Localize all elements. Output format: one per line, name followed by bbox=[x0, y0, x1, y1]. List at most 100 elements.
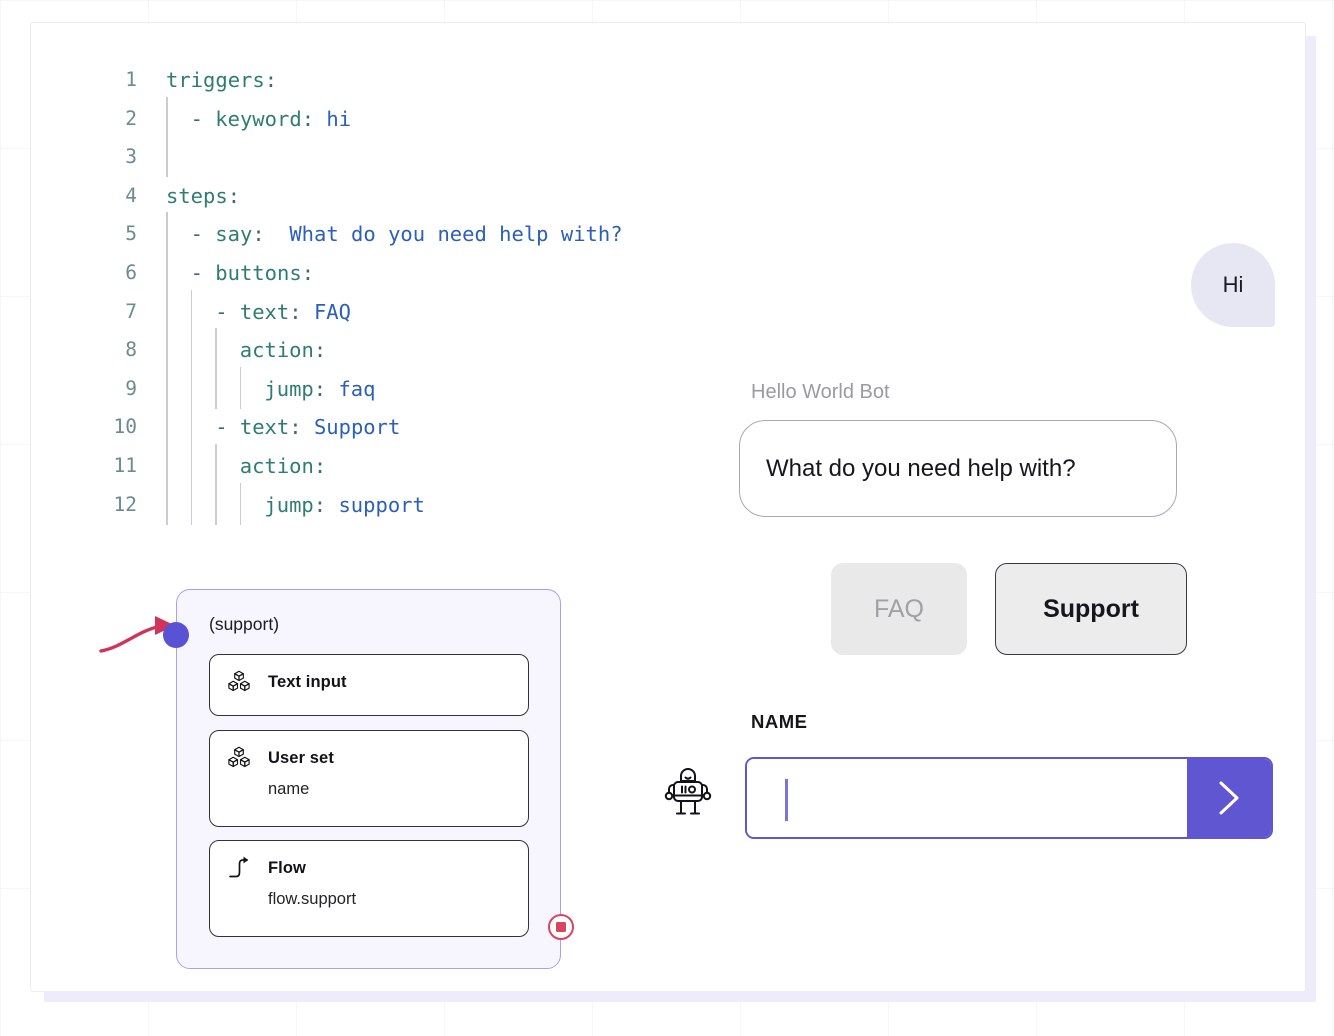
flow-node-support[interactable]: (support) Text input User set name Flow … bbox=[163, 589, 574, 969]
line-number: 5 bbox=[125, 222, 137, 246]
app-card: 1 triggers: 2 - keyword: hi 3 4 steps: 5 - say: … bbox=[30, 22, 1306, 992]
code-token: : bbox=[313, 376, 339, 401]
node-card-subtext: name bbox=[268, 780, 310, 798]
cubes-icon bbox=[226, 745, 252, 771]
quick-reply-faq-button[interactable]: FAQ bbox=[831, 563, 967, 655]
indent-guide bbox=[166, 289, 168, 332]
node-start-dot[interactable] bbox=[163, 622, 189, 648]
node-title: (support) bbox=[209, 614, 280, 634]
indent-guides bbox=[166, 177, 731, 216]
code-token: say bbox=[215, 222, 253, 247]
indent-guide bbox=[166, 328, 168, 371]
code-line[interactable]: 2 - keyword: hi bbox=[91, 96, 731, 139]
code-token: : bbox=[301, 106, 327, 131]
indent-guide bbox=[190, 289, 193, 332]
line-number: 6 bbox=[125, 260, 137, 284]
quick-reply-support-button[interactable]: Support bbox=[995, 563, 1187, 655]
code-line[interactable]: 1 triggers: bbox=[91, 61, 731, 100]
node-card-text-input[interactable]: Text input bbox=[209, 654, 529, 716]
quick-reply-buttons: FAQ Support bbox=[831, 563, 1187, 655]
code-line[interactable]: 8 action: bbox=[91, 328, 731, 371]
flow-arrow-icon bbox=[226, 855, 252, 881]
code-token: steps bbox=[166, 183, 228, 208]
code-token: - bbox=[190, 222, 216, 247]
line-number: 11 bbox=[113, 453, 137, 477]
code-token: text bbox=[239, 299, 290, 324]
code-text: jump: faq bbox=[264, 377, 375, 401]
line-number: 1 bbox=[125, 68, 137, 91]
code-token: : bbox=[313, 492, 339, 517]
node-card-subtext: flow.support bbox=[268, 890, 357, 908]
code-text: - say: What do you need help with? bbox=[191, 222, 623, 246]
code-token: - bbox=[190, 106, 216, 131]
code-line[interactable]: 9 jump: faq bbox=[91, 366, 731, 409]
code-line[interactable]: 6 - buttons: bbox=[91, 250, 731, 293]
indent-guides bbox=[166, 135, 731, 178]
code-line[interactable]: 7 - text: FAQ bbox=[91, 289, 731, 332]
code-line[interactable]: 12 jump: support bbox=[91, 482, 731, 525]
text-caret bbox=[785, 779, 788, 821]
indent-guide bbox=[190, 405, 193, 448]
code-token: buttons bbox=[215, 260, 302, 285]
code-line-body: steps: bbox=[166, 177, 731, 216]
indent-guide bbox=[215, 328, 217, 371]
code-text: - keyword: hi bbox=[191, 107, 351, 131]
code-token: action bbox=[239, 453, 314, 478]
yaml-code-editor[interactable]: 1 triggers: 2 - keyword: hi 3 4 steps: 5 - say: … bbox=[91, 61, 731, 525]
name-field-label: NAME bbox=[751, 711, 808, 732]
node-card-flow[interactable]: Flow flow.support bbox=[209, 840, 529, 937]
node-card-label: User set bbox=[268, 748, 334, 767]
code-text: jump: support bbox=[264, 493, 424, 517]
node-card-header: Text input bbox=[210, 669, 528, 695]
indent-guide bbox=[190, 328, 193, 371]
code-token: : bbox=[227, 183, 241, 208]
indent-guides bbox=[166, 482, 731, 525]
line-number: 7 bbox=[125, 299, 137, 323]
indent-guide bbox=[215, 366, 217, 409]
code-token: : bbox=[264, 68, 278, 92]
code-line[interactable]: 11 action: bbox=[91, 443, 731, 486]
line-number: 3 bbox=[125, 145, 137, 169]
chevron-right-icon bbox=[1219, 781, 1239, 815]
code-token: : bbox=[289, 415, 314, 440]
node-stop-badge[interactable] bbox=[548, 914, 574, 940]
indent-guide bbox=[166, 96, 168, 139]
bot-message-bubble: What do you need help with? bbox=[739, 420, 1177, 517]
name-submit-button[interactable] bbox=[1187, 759, 1271, 837]
code-text: triggers: bbox=[166, 68, 277, 92]
line-number: 12 bbox=[113, 492, 137, 516]
code-token: triggers bbox=[166, 68, 265, 92]
node-card-user-set[interactable]: User set name bbox=[209, 730, 529, 827]
code-token: support bbox=[338, 492, 425, 517]
code-token: : bbox=[313, 453, 327, 478]
indent-guide bbox=[166, 212, 168, 255]
code-text: action: bbox=[240, 454, 326, 478]
code-line-body bbox=[166, 135, 731, 178]
indent-guide bbox=[215, 443, 217, 486]
node-card-header: Flow bbox=[210, 855, 528, 881]
code-line-body: action: bbox=[166, 443, 731, 486]
code-token: jump bbox=[264, 492, 314, 517]
indent-guide bbox=[166, 405, 168, 448]
code-line[interactable]: 4 steps: bbox=[91, 177, 731, 216]
code-line-body: - text: Support bbox=[166, 405, 731, 448]
user-message-bubble: Hi bbox=[1191, 243, 1275, 327]
robot-icon bbox=[664, 768, 712, 815]
name-input[interactable] bbox=[747, 759, 1187, 837]
line-number: 8 bbox=[125, 338, 137, 362]
indent-guide bbox=[166, 366, 168, 409]
code-line-body: action: bbox=[166, 328, 731, 371]
code-text: - buttons: bbox=[191, 261, 314, 285]
code-line[interactable]: 5 - say: What do you need help with? bbox=[91, 212, 731, 255]
code-token: What do you need help with? bbox=[289, 222, 623, 247]
indent-guide bbox=[166, 135, 168, 178]
code-line[interactable]: 3 bbox=[91, 135, 731, 178]
code-line-body: triggers: bbox=[166, 61, 731, 100]
code-token: : bbox=[252, 222, 290, 247]
code-token: keyword bbox=[215, 106, 302, 131]
code-line-body: - say: What do you need help with? bbox=[166, 212, 731, 255]
code-token: - bbox=[215, 415, 240, 440]
code-line[interactable]: 10 - text: Support bbox=[91, 405, 731, 448]
indent-guide bbox=[215, 482, 217, 525]
name-input-row[interactable] bbox=[745, 757, 1273, 839]
